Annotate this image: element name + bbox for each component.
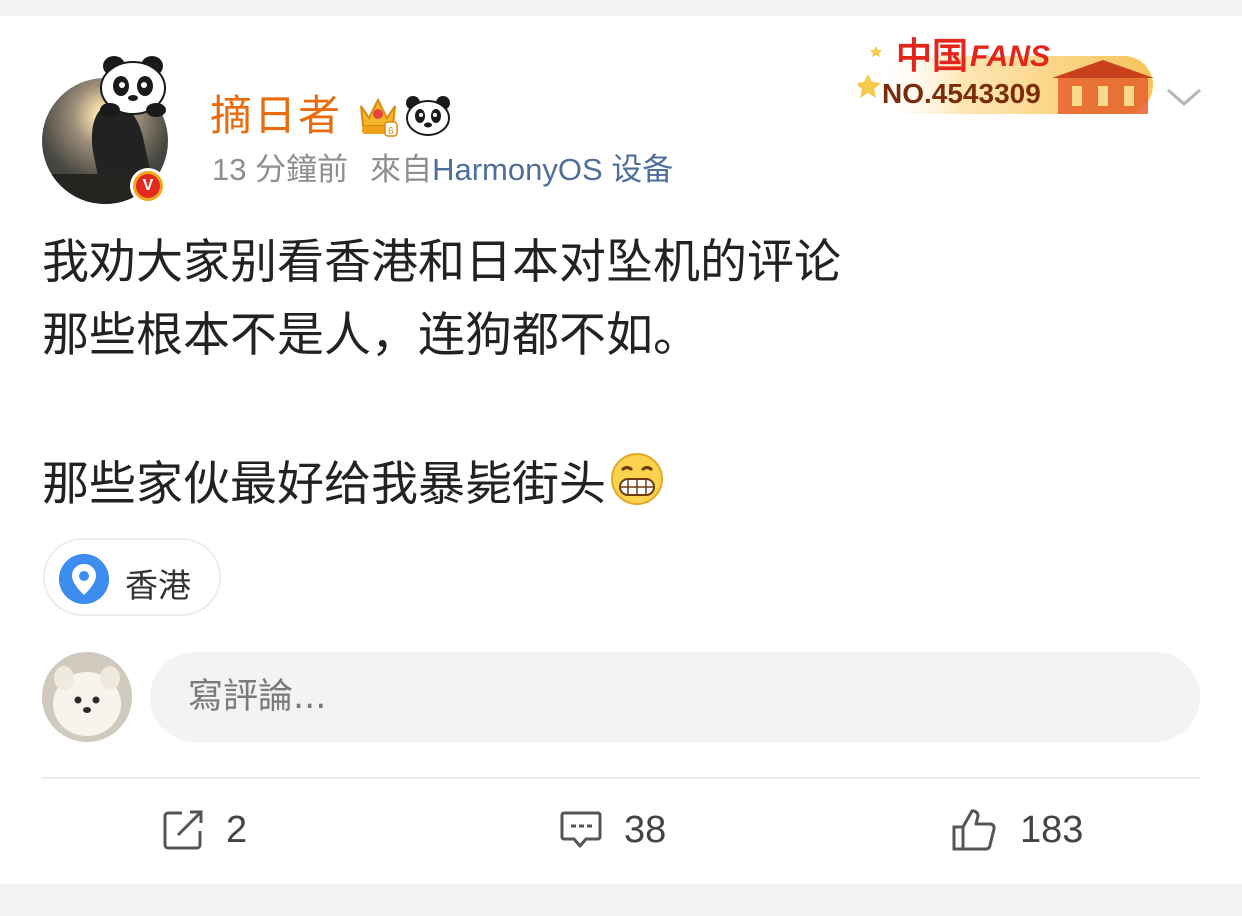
post-text: 我劝大家别看香港和日本对坠机的评论 那些根本不是人，连狗都不如。 那些家伙最好给… <box>42 226 1192 521</box>
divider <box>42 777 1200 779</box>
fans-number: NO.4543309 <box>882 78 1041 109</box>
post-meta: 13 分鐘前 來自HarmonyOS 设备 <box>212 144 673 189</box>
post-line-with-emoji: 那些家伙最好给我暴毙街头 <box>42 448 1192 521</box>
location-label: 香港 <box>125 566 191 605</box>
share-edit-icon <box>163 810 203 850</box>
current-user-avatar[interactable] <box>42 652 132 742</box>
comment-count: 38 <box>624 808 667 851</box>
like-button[interactable]: 183 <box>950 804 1083 856</box>
panda-icon <box>406 96 450 136</box>
thumbs-up-icon <box>952 809 996 851</box>
post-line: 那些家伙最好给我暴毙街头 <box>42 457 606 512</box>
svg-text:FANS: FANS <box>970 40 1050 73</box>
post-card: V 摘日者 6 13 分鐘前 來自HarmonyOS 设备 中国 FANS NO… <box>0 16 1242 884</box>
panda-pendant-icon <box>100 56 166 117</box>
repost-button[interactable]: 2 <box>160 804 247 856</box>
post-line-blank <box>42 372 1192 448</box>
source-prefix: 來自 <box>370 152 433 187</box>
post-line: 我劝大家别看香港和日本对坠机的评论 <box>42 235 841 290</box>
verified-badge-icon: V <box>130 168 166 204</box>
comment-button[interactable]: 38 <box>558 804 666 856</box>
svg-text:中国: 中国 <box>896 36 968 77</box>
source-device[interactable]: HarmonyOS 设备 <box>432 152 673 187</box>
post-line: 那些根本不是人，连狗都不如。 <box>42 308 700 363</box>
author-name[interactable]: 摘日者 <box>210 82 342 143</box>
location-chip[interactable]: 香港 <box>43 538 221 616</box>
grin-emoji-icon <box>611 453 663 505</box>
location-pin-icon <box>59 554 109 604</box>
author-avatar-group[interactable]: V <box>42 56 172 204</box>
comment-input[interactable]: 寫評論... <box>150 652 1200 742</box>
vip-crown-icon: 6 <box>360 97 398 137</box>
comment-icon <box>560 811 602 848</box>
post-time: 13 分鐘前 <box>212 152 349 187</box>
svg-text:6: 6 <box>388 126 394 137</box>
dog-avatar-icon <box>42 652 132 742</box>
like-count: 183 <box>1020 808 1084 851</box>
chevron-down-icon[interactable] <box>1164 78 1204 118</box>
repost-count: 2 <box>226 808 248 851</box>
